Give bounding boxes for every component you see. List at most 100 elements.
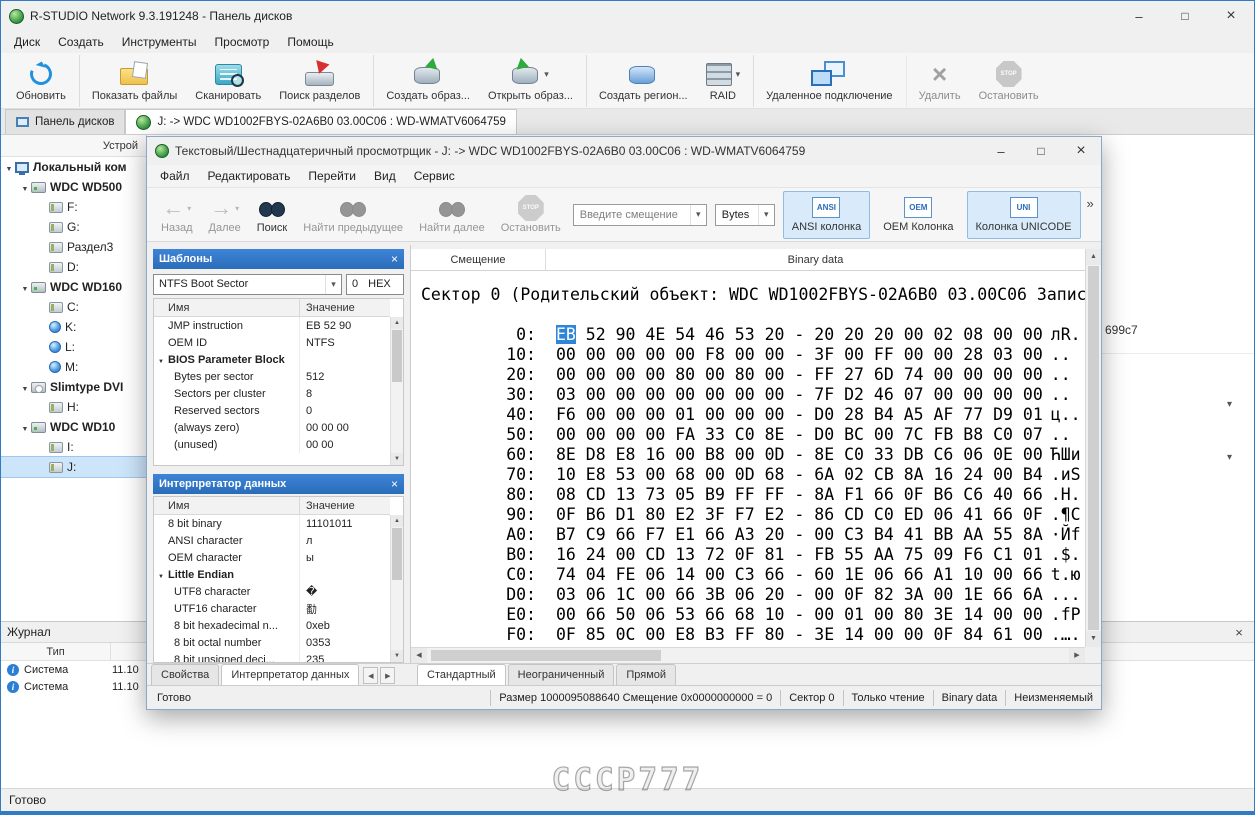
templates-close-button[interactable] (391, 252, 398, 266)
unit-select[interactable]: Bytes (714, 203, 775, 226)
hex-content[interactable]: Сектор 0 (Родительский объект: WDC WD100… (411, 271, 1085, 647)
interpreter-field-row[interactable]: Little Endian (154, 566, 390, 583)
tree-item[interactable]: Раздел3 (1, 237, 146, 257)
offset-input[interactable]: Введите смещение (572, 203, 707, 226)
expander-icon[interactable] (19, 380, 31, 394)
expander-icon[interactable] (3, 160, 15, 174)
hex-row[interactable]: 50:00 00 00 00 FA 33 C0 8ED0 BC 00 7C FB… (411, 425, 1085, 445)
scrollbar-thumb[interactable] (1088, 266, 1099, 630)
tree-item[interactable]: F: (1, 197, 146, 217)
main-maximize-button[interactable] (1162, 1, 1208, 31)
tree-item[interactable]: WDC WD10 (1, 417, 146, 437)
chevron-down-icon[interactable] (689, 204, 706, 225)
interpreter-field-row[interactable]: 8 bit octal number 0353 (154, 634, 390, 651)
interpreter-field-row[interactable]: 8 bit hexadecimal n... 0xeb (154, 617, 390, 634)
hex-row[interactable]: 60:8E D8 E8 16 00 B8 00 0D8E C0 33 DB C6… (411, 445, 1085, 465)
interpreter-field-row[interactable]: ANSI character л (154, 532, 390, 549)
viewer-toolbar-button[interactable]: Назад (153, 190, 201, 240)
scrollbar-thumb[interactable] (431, 650, 661, 661)
toolbar-button[interactable]: Открыть образ... (479, 55, 582, 107)
toolbar-overflow-button[interactable]: » (1087, 196, 1094, 211)
toolbar-button[interactable]: Показать файлы (78, 54, 186, 107)
hex-row[interactable]: E0:00 66 50 06 53 66 68 1000 01 00 80 3E… (411, 605, 1085, 625)
menu-item[interactable]: Редактировать (199, 169, 300, 183)
col-value[interactable]: Значение (300, 299, 390, 316)
column-toggle-button[interactable]: OEM OEM Колонка (874, 191, 962, 239)
viewer-close-button[interactable] (1061, 137, 1101, 165)
hex-row[interactable]: C0:74 04 FE 06 14 00 C3 6660 1E 06 66 A1… (411, 565, 1085, 585)
template-select[interactable]: NTFS Boot Sector (153, 273, 342, 295)
interpreter-field-row[interactable]: UTF8 character � (154, 583, 390, 600)
panel-tab[interactable]: Интерпретатор данных (221, 664, 360, 685)
menu-item[interactable]: Сервис (405, 169, 464, 183)
hex-row[interactable]: F0:0F 85 0C 00 E8 B3 FF 803E 14 00 00 0F… (411, 625, 1085, 645)
tree-item[interactable]: Slimtype DVI (1, 377, 146, 397)
tree-item[interactable]: J: (1, 456, 146, 478)
template-field-row[interactable]: Reserved sectors 0 (154, 402, 390, 419)
combo-caret-icon[interactable]: ▾ (1227, 399, 1232, 410)
tree-item[interactable]: WDC WD500 (1, 177, 146, 197)
hex-row[interactable]: 40:F6 00 00 00 01 00 00 00D0 28 B4 A5 AF… (411, 405, 1085, 425)
combo-caret-icon[interactable]: ▾ (1227, 452, 1232, 463)
interpreter-field-row[interactable]: 8 bit binary 11101011 (154, 515, 390, 532)
hex-row[interactable]: 0:EB52 90 4E 54 46 53 2020 20 20 00 02 0… (411, 325, 1085, 345)
view-mode-tab[interactable]: Прямой (616, 664, 677, 685)
scrollbar-thumb[interactable] (392, 330, 402, 382)
chevron-down-icon[interactable] (325, 274, 341, 294)
menu-item[interactable]: Диск (5, 35, 49, 49)
hex-row[interactable]: 70:10 E8 53 00 68 00 0D 686A 02 CB 8A 16… (411, 465, 1085, 485)
view-mode-tab[interactable]: Стандартный (417, 664, 506, 685)
panel-tab[interactable]: Панель дисков (5, 109, 126, 134)
template-field-row[interactable]: (always zero) 00 00 00 (154, 419, 390, 436)
toolbar-button[interactable]: Создать образ... (373, 54, 479, 107)
hex-row[interactable]: 20:00 00 00 00 80 00 80 00FF 27 6D 74 00… (411, 365, 1085, 385)
tab-scroll-left-button[interactable] (363, 667, 379, 684)
menu-item[interactable]: Помощь (278, 35, 342, 49)
viewer-minimize-button[interactable] (981, 137, 1021, 165)
tree-item[interactable]: L: (1, 337, 146, 357)
toolbar-button[interactable]: Остановить (970, 55, 1048, 107)
selected-byte[interactable]: EB (556, 325, 576, 344)
menu-item[interactable]: Вид (365, 169, 405, 183)
interpreter-field-row[interactable]: 8 bit unsigned deci... 235 (154, 651, 390, 662)
viewer-toolbar-button[interactable]: Далее (201, 190, 249, 240)
toolbar-button[interactable]: Удалить (905, 54, 970, 107)
tree-item[interactable]: M: (1, 357, 146, 377)
tree-item[interactable]: D: (1, 257, 146, 277)
template-field-row[interactable]: BIOS Parameter Block (154, 351, 390, 368)
interpreter-field-row[interactable]: OEM character ы (154, 549, 390, 566)
tree-item[interactable]: WDC WD160 (1, 277, 146, 297)
menu-item[interactable]: Файл (151, 169, 199, 183)
chevron-down-icon[interactable] (757, 204, 774, 225)
tree-item[interactable]: G: (1, 217, 146, 237)
hex-row[interactable]: 30:03 00 00 00 00 00 00 007F D2 46 07 00… (411, 385, 1085, 405)
expander-icon[interactable] (19, 180, 31, 194)
hex-row[interactable]: A0:B7 C9 66 F7 E1 66 A3 2000 C3 B4 41 BB… (411, 525, 1085, 545)
viewer-maximize-button[interactable] (1021, 137, 1061, 165)
template-field-row[interactable]: Bytes per sector 512 (154, 368, 390, 385)
viewer-toolbar-button[interactable]: Поиск (249, 190, 295, 240)
tree-item[interactable]: Локальный ком (1, 157, 146, 177)
scrollbar[interactable] (390, 515, 403, 662)
template-field-row[interactable]: OEM ID NTFS (154, 334, 390, 351)
interpreter-close-button[interactable] (391, 477, 398, 491)
hex-row[interactable]: B0:16 24 00 CD 13 72 0F 81FB 55 AA 75 09… (411, 545, 1085, 565)
col-name[interactable]: Имя (154, 497, 300, 514)
col-value[interactable]: Значение (300, 497, 390, 514)
expander-icon[interactable] (19, 420, 31, 434)
menu-item[interactable]: Инструменты (113, 35, 206, 49)
panel-tab[interactable]: J: -> WDC WD1002FBYS-02A6B0 03.00C06 : W… (125, 109, 517, 134)
hex-row[interactable]: 80:08 CD 13 73 05 B9 FF FF8A F1 66 0F B6… (411, 485, 1085, 505)
toolbar-button[interactable]: Сканировать (186, 55, 270, 107)
template-field-row[interactable]: Sectors per cluster 8 (154, 385, 390, 402)
template-offset-field[interactable]: 0 HEX (346, 273, 404, 295)
template-field-row[interactable]: JMP instruction EB 52 90 (154, 317, 390, 334)
binary-data-column-header[interactable]: Binary data (546, 249, 1085, 270)
tree-item[interactable]: I: (1, 437, 146, 457)
toolbar-button[interactable]: Удаленное подключение (753, 54, 901, 107)
hex-row[interactable]: D0:03 06 1C 00 66 3B 06 2000 0F 82 3A 00… (411, 585, 1085, 605)
viewer-toolbar-button[interactable]: Остановить (493, 190, 569, 240)
tree-item[interactable]: C: (1, 297, 146, 317)
main-close-button[interactable] (1208, 1, 1254, 31)
offset-column-header[interactable]: Смещение (411, 249, 546, 270)
